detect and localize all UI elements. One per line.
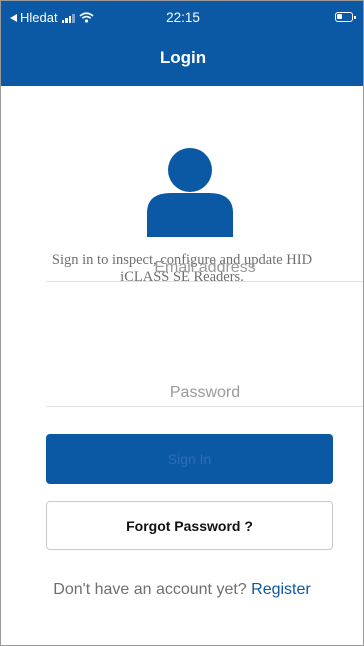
app-frame: Hledat 22:15 Login Sign in to inspect, c… (0, 0, 364, 646)
register-link[interactable]: Register (251, 581, 311, 598)
password-field[interactable] (46, 379, 363, 407)
battery-icon (335, 12, 356, 22)
email-field[interactable] (46, 254, 363, 282)
register-prompt: Don't have an account yet? Register (1, 581, 363, 599)
sign-in-button[interactable]: Sign In (46, 434, 333, 484)
status-bar: Hledat 22:15 (1, 1, 363, 31)
page-title: Login (159, 48, 207, 67)
header-bar: Hledat 22:15 Login (1, 1, 363, 86)
forgot-password-button[interactable]: Forgot Password ? (46, 501, 333, 550)
user-avatar-icon (147, 148, 233, 237)
register-prompt-text: Don't have an account yet? (53, 581, 247, 598)
status-time: 22:15 (166, 10, 200, 25)
